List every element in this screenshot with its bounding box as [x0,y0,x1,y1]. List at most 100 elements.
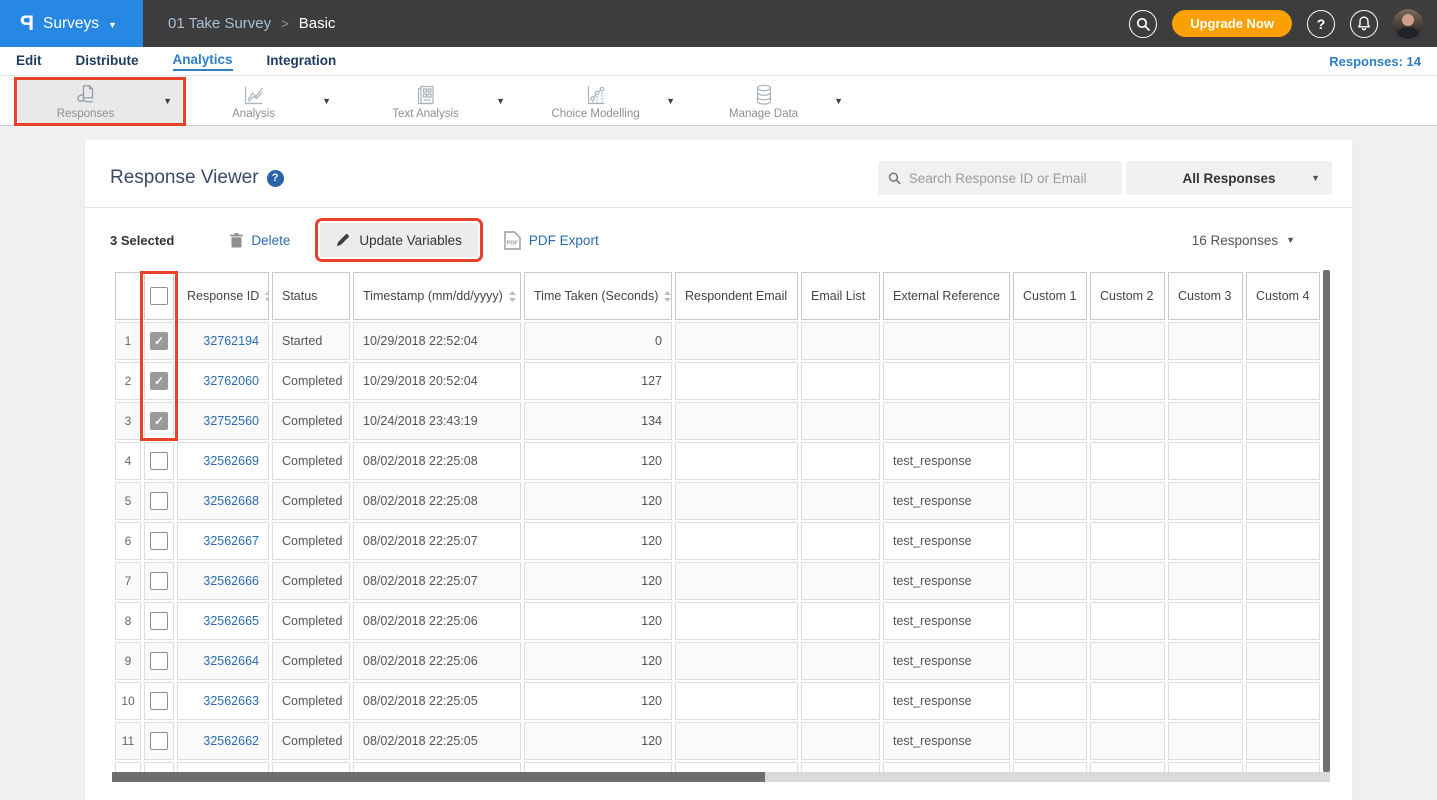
cell-email_list [801,322,880,360]
upgrade-now-button[interactable]: Upgrade Now [1172,10,1292,37]
avatar[interactable] [1393,9,1423,39]
cell-custom2 [1090,682,1165,720]
row-checkbox[interactable] [150,332,168,350]
col-header-time_taken[interactable]: Time Taken (Seconds) [524,272,672,320]
ribbon-item-analysis[interactable]: Analysis ▼ [195,78,341,124]
row-checkbox[interactable] [150,452,168,470]
row-number: 3 [115,402,141,440]
row-checkbox[interactable] [150,572,168,590]
cell-custom3 [1168,722,1243,760]
cell-response-id: 32752560 [177,402,269,440]
horizontal-scrollbar-track[interactable] [112,772,1330,782]
row-checkbox[interactable] [150,612,168,630]
select-all-checkbox[interactable] [150,287,168,305]
cell-response-id: 32562665 [177,602,269,640]
response-id-link[interactable]: 32762060 [187,374,259,388]
chevron-down-icon[interactable]: ▼ [486,96,515,106]
col-header-id[interactable]: Response ID [177,272,269,320]
cell-custom4 [1246,682,1320,720]
response-id-link[interactable]: 32562669 [187,454,259,468]
title-help-icon[interactable]: ? [267,170,284,187]
delete-button[interactable]: Delete [230,233,290,248]
cell-time_taken: 120 [524,522,672,560]
cell-status: Completed [272,362,350,400]
cell-time_taken: 120 [524,602,672,640]
response-id-link[interactable]: 32562664 [187,654,259,668]
row-checkbox[interactable] [150,732,168,750]
cell-time_taken: 127 [524,362,672,400]
trash-icon [230,233,243,248]
cell-email_list [801,682,880,720]
ribbon-item-choice-modelling[interactable]: Choice Modelling ▼ [535,78,685,124]
col-header-respondent_email: Respondent Email [675,272,798,320]
search-input[interactable] [909,171,1112,186]
ribbon-item-responses[interactable]: Responses ▼ [18,78,182,124]
tab-analytics[interactable]: Analytics [173,52,233,71]
cell-custom2 [1090,642,1165,680]
sort-icon [264,290,269,303]
tab-integration[interactable]: Integration [267,53,337,70]
response-id-link[interactable]: 32562666 [187,574,259,588]
chevron-down-icon[interactable]: ▼ [656,96,685,106]
chevron-down-icon[interactable]: ▼ [312,96,341,106]
breadcrumb-survey-name[interactable]: 01 Take Survey [168,15,271,32]
response-id-link[interactable]: 32562667 [187,534,259,548]
row-number: 11 [115,722,141,760]
response-id-link[interactable]: 32752560 [187,414,259,428]
cell-custom3 [1168,602,1243,640]
chevron-down-icon[interactable]: ▼ [824,96,853,106]
col-header-status: Status [272,272,350,320]
pdf-export-button[interactable]: PDF PDF Export [504,231,599,250]
response-id-link[interactable]: 32562668 [187,494,259,508]
cell-external_reference: test_response [883,762,1010,772]
col-header-custom4: Custom 4 [1246,272,1320,320]
vertical-scrollbar[interactable] [1323,270,1330,772]
horizontal-scrollbar-thumb[interactable] [112,772,765,782]
row-checkbox-cell [144,722,174,760]
cell-external_reference [883,402,1010,440]
cell-custom2 [1090,322,1165,360]
cell-timestamp: 08/02/2018 22:25:06 [353,642,521,680]
tab-distribute[interactable]: Distribute [76,53,139,70]
cell-email_list [801,442,880,480]
response-id-link[interactable]: 32562665 [187,614,259,628]
col-header-timestamp[interactable]: Timestamp (mm/dd/yyyy) [353,272,521,320]
row-checkbox[interactable] [150,492,168,510]
row-number: 8 [115,602,141,640]
search-icon[interactable] [1129,10,1157,38]
row-checkbox[interactable] [150,652,168,670]
row-checkbox-cell [144,522,174,560]
cell-email_list [801,522,880,560]
cell-custom1 [1013,602,1087,640]
help-icon[interactable]: ? [1307,10,1335,38]
cell-external_reference: test_response [883,722,1010,760]
selected-count-label: 3 Selected [110,233,174,248]
cell-custom4 [1246,602,1320,640]
response-id-link[interactable]: 32762194 [187,334,259,348]
bell-icon[interactable] [1350,10,1378,38]
row-checkbox[interactable] [150,372,168,390]
ribbon-item-manage-data[interactable]: Manage Data ▼ [703,78,853,124]
responses-count-dropdown[interactable]: 16 Responses ▼ [1192,233,1295,248]
manage-data-icon [752,83,776,107]
row-checkbox-cell [144,562,174,600]
response-id-link[interactable]: 32562662 [187,734,259,748]
table-header-row: Response IDStatusTimestamp (mm/dd/yyyy)T… [115,272,1320,320]
row-checkbox[interactable] [150,532,168,550]
topbar-actions: Upgrade Now ? [1129,0,1437,47]
cell-custom4 [1246,762,1320,772]
row-checkbox[interactable] [150,412,168,430]
col-header-num [115,272,141,320]
col-header-checkbox[interactable] [144,272,174,320]
row-checkbox-cell [144,322,174,360]
cell-status: Completed [272,562,350,600]
ribbon-item-text-analysis[interactable]: Text Analysis ▼ [365,78,515,124]
tab-edit[interactable]: Edit [16,53,42,70]
response-id-link[interactable]: 32562663 [187,694,259,708]
response-filter-dropdown[interactable]: All Responses ▼ [1126,161,1332,195]
chevron-down-icon[interactable]: ▼ [153,96,182,106]
cell-respondent_email [675,722,798,760]
update-variables-button[interactable]: Update Variables [320,223,478,257]
product-menu[interactable]: P Surveys ▼ [0,0,143,47]
row-checkbox[interactable] [150,692,168,710]
